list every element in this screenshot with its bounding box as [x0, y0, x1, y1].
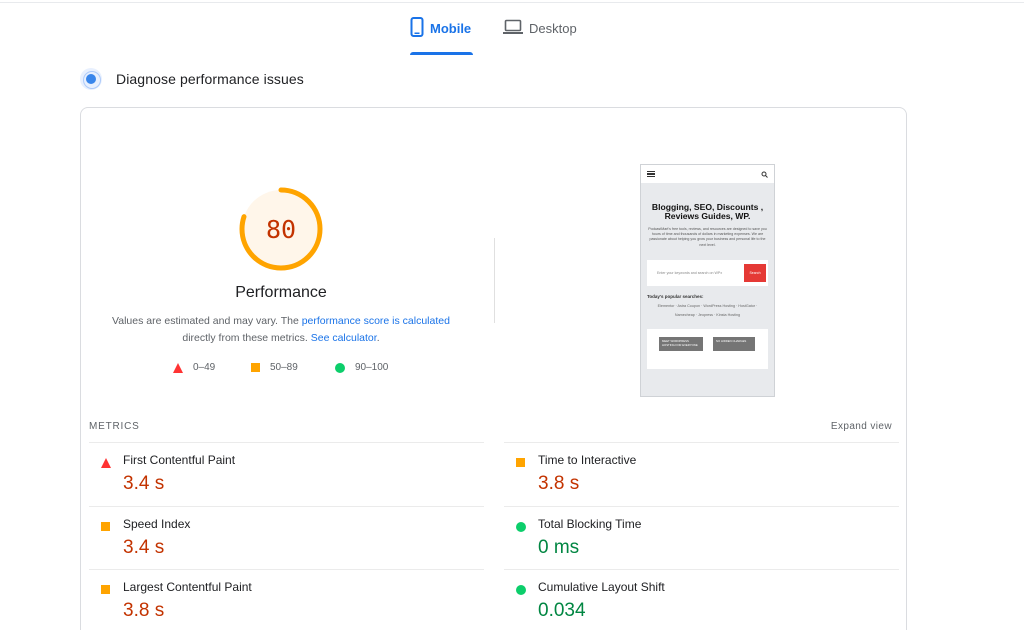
note-text-suffix: .: [376, 332, 380, 344]
triangle-icon: [173, 362, 183, 373]
expand-view-button[interactable]: Expand view: [831, 421, 892, 432]
metric-value: 3.4 s: [123, 537, 165, 558]
metric-value: 3.4 s: [123, 473, 165, 494]
metric-value: 0.034: [538, 600, 586, 621]
screenshot-search-placeholder: Enter your keywords and search on WPx: [657, 270, 723, 275]
metric-name: Cumulative Layout Shift: [538, 580, 665, 594]
screenshot-description: PodcastMart's free tools, reviews, and r…: [648, 227, 767, 247]
metric-name: Time to Interactive: [538, 453, 637, 467]
note-text-middle: directly from these metrics.: [182, 332, 311, 344]
average-square-icon: [101, 585, 110, 594]
tab-mobile[interactable]: Mobile: [410, 10, 474, 55]
performance-card: 80 Performance Values are estimated and …: [80, 107, 907, 630]
metric-name: Largest Contentful Paint: [123, 580, 252, 594]
screenshot-topbar: [641, 165, 774, 183]
metric-name: Speed Index: [123, 517, 191, 531]
metric-name: Total Blocking Time: [538, 517, 642, 531]
see-calculator-link[interactable]: See calculator: [311, 332, 377, 344]
average-square-icon: [516, 458, 525, 467]
legend-average: 50–89: [251, 362, 298, 373]
poor-triangle-icon: [101, 458, 111, 468]
score-note: Values are estimated and may vary. The p…: [101, 313, 461, 347]
metric-value: 3.8 s: [123, 600, 165, 621]
good-circle-icon: [516, 585, 526, 595]
laptop-icon: [503, 19, 523, 38]
screenshot-popular-tags: Elementor · Astra Coupon · WordPress Hos…: [657, 303, 758, 317]
screenshot-cta-2: NO HIDDEN CHARGES: [713, 336, 755, 351]
metric-value: 3.8 s: [538, 473, 580, 494]
good-circle-icon: [516, 522, 526, 532]
metric-name: First Contentful Paint: [123, 453, 236, 467]
metric-speed-index: Speed Index 3.4 s: [89, 506, 484, 570]
metric-value: 0 ms: [538, 537, 580, 558]
metric-first-contentful-paint: First Contentful Paint 3.4 s: [89, 442, 484, 506]
search-icon: [761, 171, 768, 178]
screenshot-search-button: Search: [744, 263, 766, 282]
hamburger-icon: [647, 171, 655, 177]
vertical-divider: [494, 238, 495, 323]
lighthouse-icon: [80, 68, 102, 90]
tab-desktop-label: Desktop: [529, 20, 577, 36]
smartphone-icon: [410, 16, 424, 40]
legend-poor: 0–49: [173, 362, 215, 373]
circle-icon: [335, 362, 345, 373]
metrics-header: METRICS: [89, 421, 140, 432]
screenshot-cta-1: MEET WORDPRESS HOSTING FOR EVERYONE: [659, 336, 703, 351]
screenshot-title: Blogging, SEO, Discounts , Reviews Guide…: [651, 202, 764, 221]
average-square-icon: [101, 522, 110, 531]
tab-desktop[interactable]: Desktop: [503, 10, 577, 46]
score-gauge: 80: [238, 186, 324, 272]
screenshot-searchbox: Enter your keywords and search on WPx Se…: [647, 259, 768, 286]
legend-poor-range: 0–49: [193, 362, 216, 373]
score-calculated-link[interactable]: performance score is calculated: [302, 315, 450, 327]
top-divider: [0, 2, 1024, 3]
active-tab-indicator: [410, 52, 474, 55]
legend-good: 90–100: [335, 362, 388, 373]
legend-good-range: 90–100: [355, 362, 389, 373]
metric-largest-contentful-paint: Largest Contentful Paint 3.8 s: [89, 569, 484, 630]
square-icon: [251, 363, 260, 372]
device-tabs: Mobile Desktop: [0, 10, 1024, 55]
metric-total-blocking-time: Total Blocking Time 0 ms: [504, 506, 899, 570]
score-legend: 0–49 50–89 90–100: [173, 362, 403, 376]
screenshot-cta-box: MEET WORDPRESS HOSTING FOR EVERYONE NO H…: [647, 328, 768, 369]
legend-average-range: 50–89: [270, 362, 298, 373]
performance-score: 80: [265, 214, 297, 244]
diagnose-header: Diagnose performance issues: [80, 68, 304, 90]
tab-mobile-label: Mobile: [430, 20, 472, 36]
note-text-prefix: Values are estimated and may vary. The: [112, 315, 302, 327]
metric-time-to-interactive: Time to Interactive 3.8 s: [504, 442, 899, 506]
metric-cumulative-layout-shift: Cumulative Layout Shift 0.034: [504, 569, 899, 630]
page-screenshot: Blogging, SEO, Discounts , Reviews Guide…: [640, 164, 775, 397]
diagnose-title: Diagnose performance issues: [116, 71, 304, 87]
performance-label: Performance: [235, 284, 327, 301]
